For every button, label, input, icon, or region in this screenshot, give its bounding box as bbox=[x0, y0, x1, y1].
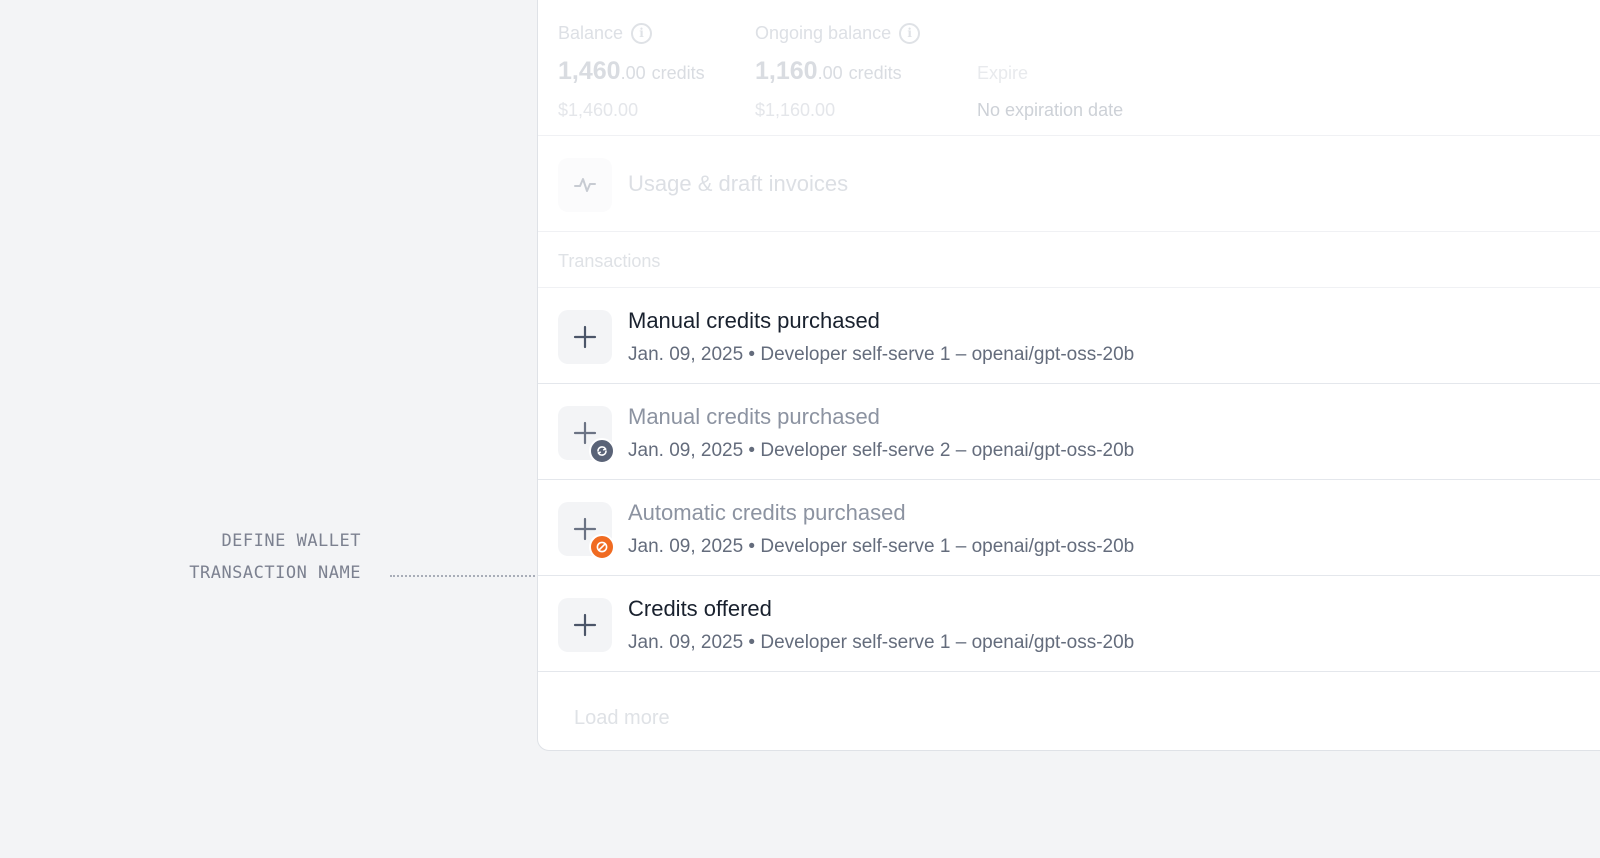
activity-icon bbox=[574, 178, 596, 192]
transaction-meta: Jan. 09, 2025 • Developer self-serve 1 –… bbox=[628, 344, 1135, 365]
transaction-title: Manual credits purchased bbox=[628, 404, 880, 429]
sync-icon bbox=[597, 446, 607, 456]
transaction-meta: Jan. 09, 2025 • Developer self-serve 1 –… bbox=[628, 632, 1135, 653]
ongoing-money: $1,160.00 bbox=[755, 100, 836, 120]
balance-value-decimal: .00 bbox=[620, 63, 646, 83]
annotation-line-1: DEFINE WALLET bbox=[221, 531, 361, 551]
transaction-title: Credits offered bbox=[628, 596, 772, 621]
load-more-button[interactable]: Load more bbox=[574, 707, 670, 730]
balance-value-main: 1,460 bbox=[558, 57, 621, 85]
transaction-icon-box bbox=[558, 310, 612, 364]
info-icon[interactable]: i bbox=[631, 23, 653, 44]
ongoing-balance-label: Ongoing balance bbox=[755, 23, 892, 43]
transaction-row[interactable]: Manual credits purchased Jan. 09, 2025 •… bbox=[538, 288, 1600, 384]
usage-label: Usage & draft invoices bbox=[628, 171, 849, 196]
balance-unit: credits bbox=[651, 63, 705, 83]
transactions-header: Transactions bbox=[558, 251, 661, 271]
transaction-row[interactable]: Manual credits purchased Jan. 09, 2025 •… bbox=[538, 384, 1600, 480]
transaction-row[interactable]: Automatic credits purchased Jan. 09, 202… bbox=[538, 480, 1600, 576]
transaction-meta: Jan. 09, 2025 • Developer self-serve 1 –… bbox=[628, 536, 1135, 557]
balance-value: 1,460.00 credits bbox=[558, 57, 705, 86]
ongoing-balance-value: 1,160.00 credits bbox=[755, 57, 902, 86]
annotation-line-2: TRANSACTION NAME bbox=[189, 563, 361, 583]
ongoing-value-main: 1,160 bbox=[755, 57, 818, 85]
blocked-badge bbox=[589, 534, 615, 560]
plus-icon bbox=[573, 325, 597, 349]
ongoing-value-decimal: .00 bbox=[817, 63, 843, 83]
blocked-icon bbox=[596, 541, 608, 553]
transaction-icon-box bbox=[558, 502, 615, 560]
usage-icon-box bbox=[558, 158, 612, 212]
balance-label-row: Balance i bbox=[558, 23, 653, 44]
balance-money: $1,460.00 bbox=[558, 100, 639, 120]
expire-label: Expire bbox=[977, 63, 1029, 83]
info-icon[interactable]: i bbox=[899, 23, 921, 44]
wallet-card: Balance i 1,460.00 credits $1,460.00 Ongo… bbox=[537, 0, 1600, 751]
transaction-row[interactable]: Credits offered Jan. 09, 2025 • Develope… bbox=[538, 576, 1600, 672]
transaction-icon-box bbox=[558, 406, 615, 464]
expire-value: No expiration date bbox=[977, 100, 1124, 120]
transaction-meta: Jan. 09, 2025 • Developer self-serve 2 –… bbox=[628, 440, 1135, 461]
sync-badge bbox=[589, 438, 615, 464]
transaction-icon-box bbox=[558, 598, 612, 652]
balance-section: Balance i 1,460.00 credits $1,460.00 Ongo… bbox=[538, 1, 1600, 136]
plus-icon bbox=[573, 613, 597, 637]
balance-label: Balance bbox=[558, 23, 624, 43]
annotation-label: DEFINE WALLET TRANSACTION NAME bbox=[150, 525, 361, 589]
ongoing-unit: credits bbox=[848, 63, 902, 83]
transaction-title: Automatic credits purchased bbox=[628, 500, 906, 525]
usage-draft-invoices-link[interactable]: Usage & draft invoices bbox=[538, 136, 1600, 232]
ongoing-label-row: Ongoing balance i bbox=[755, 23, 921, 44]
transaction-title: Manual credits purchased bbox=[628, 308, 880, 333]
